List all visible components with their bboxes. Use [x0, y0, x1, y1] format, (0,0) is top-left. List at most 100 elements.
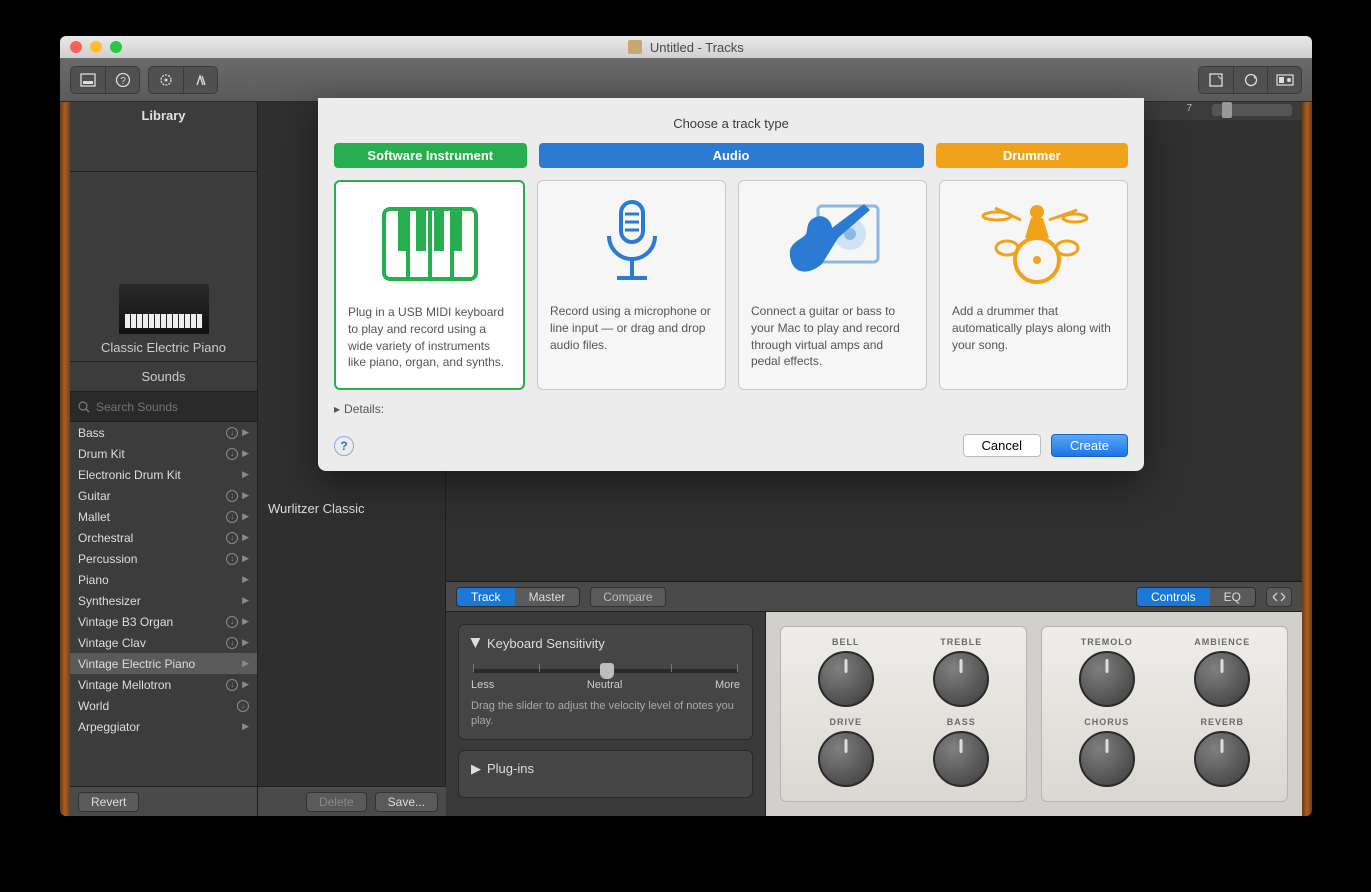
category-label: Guitar: [78, 489, 111, 503]
details-disclosure[interactable]: ▸ Details:: [334, 402, 1128, 416]
category-label: Vintage B3 Organ: [78, 615, 173, 629]
plugins-panel[interactable]: ▶ Plug-ins: [458, 750, 753, 798]
notepad-button[interactable]: [1199, 67, 1233, 93]
disclosure-triangle-icon[interactable]: ▶: [468, 638, 484, 648]
knob-label: BASS: [947, 717, 976, 727]
category-list: Bass↓▶Drum Kit↓▶Electronic Drum Kit▶Guit…: [70, 422, 257, 786]
library-sidebar: Library Classic Electric Piano Sounds Ba…: [70, 102, 258, 816]
knob-panel-right: TREMOLOAMBIENCECHORUSREVERB: [1041, 626, 1288, 802]
category-electronic-drum-kit[interactable]: Electronic Drum Kit▶: [70, 464, 257, 485]
category-mallet[interactable]: Mallet↓▶: [70, 506, 257, 527]
tab-master[interactable]: Master: [515, 588, 580, 606]
sensitivity-slider[interactable]: [473, 669, 738, 673]
knob-ambience: AMBIENCE: [1168, 637, 1278, 711]
category-synthesizer[interactable]: Synthesizer▶: [70, 590, 257, 611]
editors-button[interactable]: [183, 67, 217, 93]
knob-dial[interactable]: [933, 731, 989, 787]
category-label: Percussion: [78, 552, 137, 566]
sounds-tab[interactable]: Sounds: [70, 362, 257, 392]
chevron-right-icon: ▶: [242, 658, 249, 669]
tab-controls[interactable]: Controls: [1137, 588, 1210, 606]
chevron-right-icon: ▶: [242, 637, 249, 648]
category-guitar[interactable]: Guitar↓▶: [70, 485, 257, 506]
knob-dial[interactable]: [818, 731, 874, 787]
chevron-right-icon: ▶: [242, 469, 249, 480]
category-label: Vintage Clav: [78, 636, 146, 650]
knob-dial[interactable]: [818, 651, 874, 707]
cancel-button[interactable]: Cancel: [963, 434, 1041, 457]
knob-bell: BELL: [791, 637, 901, 711]
download-icon[interactable]: ↓: [226, 532, 238, 544]
card-software-instrument[interactable]: Plug in a USB MIDI keyboard to play and …: [334, 180, 525, 390]
tab-audio[interactable]: Audio: [539, 143, 924, 168]
category-drum-kit[interactable]: Drum Kit↓▶: [70, 443, 257, 464]
download-icon[interactable]: ↓: [226, 616, 238, 628]
plugins-label: Plug-ins: [487, 761, 534, 776]
knob-dial[interactable]: [1079, 651, 1135, 707]
download-icon[interactable]: ↓: [226, 448, 238, 460]
download-icon[interactable]: ↓: [226, 511, 238, 523]
category-world[interactable]: World↓: [70, 695, 257, 716]
card-audio-mic[interactable]: Record using a microphone or line input …: [537, 180, 726, 390]
category-vintage-b3-organ[interactable]: Vintage B3 Organ↓▶: [70, 611, 257, 632]
loop-browser-button[interactable]: [1233, 67, 1267, 93]
category-label: Piano: [78, 573, 109, 587]
library-button[interactable]: [71, 67, 105, 93]
category-piano[interactable]: Piano▶: [70, 569, 257, 590]
download-icon[interactable]: ↓: [226, 553, 238, 565]
expand-button[interactable]: [1266, 587, 1292, 607]
compare-button[interactable]: Compare: [590, 587, 665, 607]
tab-track[interactable]: Track: [457, 588, 515, 606]
category-vintage-clav[interactable]: Vintage Clav ↓ ▶: [70, 632, 257, 653]
chevron-right-icon: ▶: [242, 511, 249, 522]
category-bass[interactable]: Bass↓▶: [70, 422, 257, 443]
knob-dial[interactable]: [933, 651, 989, 707]
card-drummer[interactable]: Add a drummer that automatically plays a…: [939, 180, 1128, 390]
patch-item[interactable]: Wurlitzer Classic: [258, 494, 445, 522]
knob-dial[interactable]: [1194, 651, 1250, 707]
tab-software-instrument[interactable]: Software Instrument: [334, 143, 527, 168]
revert-button[interactable]: Revert: [78, 792, 139, 812]
knob-dial[interactable]: [1194, 731, 1250, 787]
knob-label: CHORUS: [1084, 717, 1129, 727]
media-browser-button[interactable]: [1267, 67, 1301, 93]
tab-drummer[interactable]: Drummer: [936, 143, 1129, 168]
chevron-right-icon: ▶: [242, 595, 249, 606]
category-vintage-electric-piano[interactable]: Vintage Electric Piano▶: [70, 653, 257, 674]
zoom-slider[interactable]: [1212, 104, 1292, 116]
delete-button[interactable]: Delete: [306, 792, 367, 812]
category-orchestral[interactable]: Orchestral↓▶: [70, 527, 257, 548]
download-icon[interactable]: ↓: [226, 637, 238, 649]
controls-eq-segment: Controls EQ: [1136, 587, 1256, 607]
category-vintage-mellotron[interactable]: Vintage Mellotron↓▶: [70, 674, 257, 695]
help-button[interactable]: ?: [334, 436, 354, 456]
disclosure-triangle-icon[interactable]: ▶: [471, 761, 481, 777]
quick-help-button[interactable]: ?: [105, 67, 139, 93]
category-percussion[interactable]: Percussion↓▶: [70, 548, 257, 569]
download-icon[interactable]: ↓: [226, 679, 238, 691]
smart-controls: BELLTREBLEDRIVEBASS TREMOLOAMBIENCECHORU…: [766, 612, 1302, 816]
wood-trim-right: [1302, 102, 1312, 816]
create-button[interactable]: Create: [1051, 434, 1128, 457]
slider-thumb[interactable]: [600, 663, 614, 679]
card-description: Record using a microphone or line input …: [550, 303, 713, 353]
category-label: Drum Kit: [78, 447, 125, 461]
card-audio-guitar[interactable]: Connect a guitar or bass to your Mac to …: [738, 180, 927, 390]
category-arpeggiator[interactable]: Arpeggiator▶: [70, 716, 257, 737]
sensitivity-help: Drag the slider to adjust the velocity l…: [471, 699, 740, 729]
new-track-sheet: Choose a track type Software Instrument …: [318, 98, 1144, 471]
smart-controls-button[interactable]: [149, 67, 183, 93]
inspector-bar: Track Master Compare Controls EQ: [446, 582, 1302, 612]
search-input[interactable]: [96, 400, 251, 414]
download-icon[interactable]: ↓: [226, 427, 238, 439]
label-less: Less: [471, 679, 494, 691]
tab-eq[interactable]: EQ: [1210, 588, 1255, 606]
download-icon[interactable]: ↓: [237, 700, 249, 712]
chevron-right-icon: ▸: [334, 402, 340, 416]
knob-label: TREMOLO: [1081, 637, 1133, 647]
document-icon: [628, 40, 642, 54]
track-master-segment: Track Master: [456, 587, 580, 607]
knob-dial[interactable]: [1079, 731, 1135, 787]
download-icon[interactable]: ↓: [226, 490, 238, 502]
save-button[interactable]: Save...: [375, 792, 438, 812]
